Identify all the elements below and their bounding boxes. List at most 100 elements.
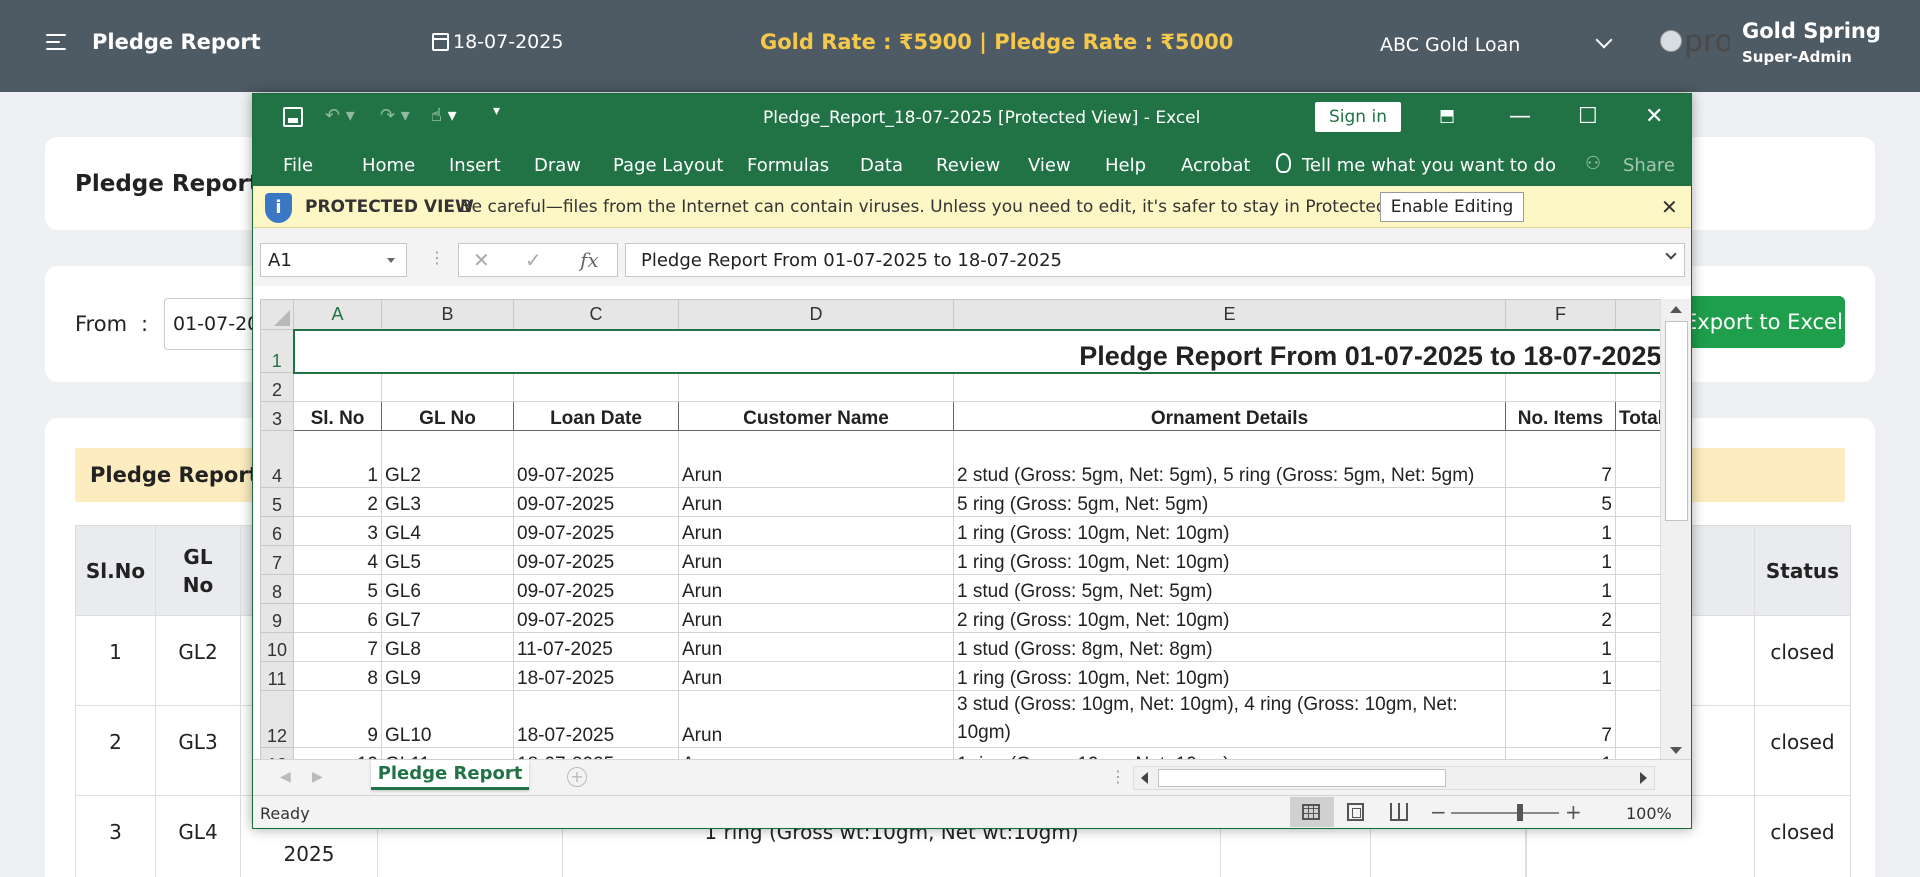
vertical-scrollbar[interactable]	[1660, 299, 1691, 759]
undo-icon[interactable]: ↶ ▾	[325, 105, 355, 126]
chevron-down-icon[interactable]	[1595, 31, 1613, 49]
cell-gl-no[interactable]: GL10	[381, 690, 514, 748]
close-icon[interactable]: ✕	[1645, 104, 1663, 129]
cell-ornament[interactable]: 1 ring (Gross: 10gm, Net: 10gm)	[953, 516, 1506, 546]
sheet-title-cell[interactable]: Pledge Report From 01-07-2025 to 18-07-2…	[292, 328, 1668, 374]
cell-ornament[interactable]: 1 ring (Gross: 10gm, Net: 10gm)	[953, 545, 1506, 575]
column-header[interactable]	[1615, 299, 1667, 330]
cell-ornament[interactable]: 1 ring (Gross: 10gm, Net: 10gm)	[953, 661, 1506, 691]
avatar[interactable]: pro	[1658, 26, 1730, 62]
cell-customer[interactable]: Arun	[678, 516, 954, 546]
enable-editing-button[interactable]: Enable Editing	[1380, 192, 1524, 222]
tab-draw[interactable]: Draw	[534, 155, 581, 176]
row-header[interactable]: 5	[260, 487, 294, 517]
menu-icon[interactable]	[46, 34, 66, 52]
scroll-thumb[interactable]	[1158, 769, 1446, 787]
cell-sl-no[interactable]: 10	[293, 747, 382, 759]
redo-icon[interactable]: ↷ ▾	[380, 105, 410, 126]
cell-items[interactable]: 7	[1505, 430, 1616, 488]
column-header[interactable]: F	[1505, 299, 1616, 330]
formula-input[interactable]: Pledge Report From 01-07-2025 to 18-07-2…	[625, 243, 1685, 277]
cell-ornament[interactable]: 1 ring (Gross: 10gm, Net: 10gm)	[953, 747, 1506, 759]
cell-ornament[interactable]: 2 ring (Gross: 10gm, Net: 10gm)	[953, 603, 1506, 633]
cell-gl-no[interactable]: GL4	[381, 516, 514, 546]
column-header[interactable]: E	[953, 299, 1506, 330]
cell-ornament[interactable]: 1 stud (Gross: 5gm, Net: 5gm)	[953, 574, 1506, 604]
zoom-out-icon[interactable]: −	[1430, 800, 1447, 824]
cell-sl-no[interactable]: 1	[293, 430, 382, 488]
header-cell[interactable]: Customer Name	[678, 401, 954, 431]
header-cell[interactable]: Ornament Details	[953, 401, 1506, 431]
tab-insert[interactable]: Insert	[449, 155, 501, 176]
column-header[interactable]: A	[293, 299, 382, 330]
tab-view[interactable]: View	[1028, 155, 1071, 176]
scroll-left-icon[interactable]	[1141, 772, 1148, 784]
row-header[interactable]: 1	[260, 329, 294, 373]
scroll-down-icon[interactable]	[1670, 747, 1682, 754]
branch-selector[interactable]: ABC Gold Loan	[1380, 34, 1520, 56]
ribbon-display-icon[interactable]: ⬒	[1439, 106, 1455, 126]
cell-customer[interactable]: Arun	[678, 603, 954, 633]
header-cell[interactable]: Total	[1615, 401, 1667, 431]
cell-gl-no[interactable]: GL7	[381, 603, 514, 633]
cell-loan-date[interactable]: 09-07-2025	[513, 574, 679, 604]
chevron-down-icon[interactable]	[387, 258, 395, 263]
row-header[interactable]: 9	[260, 603, 294, 633]
save-icon[interactable]	[283, 107, 303, 127]
cell-customer[interactable]: Arun	[678, 487, 954, 517]
close-icon[interactable]: ✕	[1661, 195, 1678, 219]
row-header[interactable]: 10	[260, 632, 294, 662]
cell-loan-date[interactable]: 18-07-2025	[513, 747, 679, 759]
cell-ornament[interactable]: 3 stud (Gross: 10gm, Net: 10gm), 4 ring …	[953, 690, 1506, 748]
drag-handle-icon[interactable]: ⋮	[429, 248, 445, 267]
column-header[interactable]: C	[513, 299, 679, 330]
cell-loan-date[interactable]: 09-07-2025	[513, 516, 679, 546]
cell-gl-no[interactable]: GL8	[381, 632, 514, 662]
cell-sl-no[interactable]: 4	[293, 545, 382, 575]
maximize-icon[interactable]: ☐	[1578, 104, 1598, 129]
page-break-view-button[interactable]	[1378, 797, 1422, 827]
cell-sl-no[interactable]: 6	[293, 603, 382, 633]
cell-ornament[interactable]: 1 stud (Gross: 8gm, Net: 8gm)	[953, 632, 1506, 662]
tab-help[interactable]: Help	[1105, 155, 1146, 176]
name-box[interactable]: A1	[260, 243, 407, 277]
cell-ornament[interactable]: 2 stud (Gross: 5gm, Net: 5gm), 5 ring (G…	[953, 430, 1506, 488]
sign-in-button[interactable]: Sign in	[1315, 102, 1401, 132]
tab-review[interactable]: Review	[936, 155, 1000, 176]
cell-gl-no[interactable]: GL6	[381, 574, 514, 604]
cell-customer[interactable]: Arun	[678, 747, 954, 759]
zoom-in-icon[interactable]: +	[1565, 800, 1582, 824]
header-cell[interactable]: GL No	[381, 401, 514, 431]
cell-gl-no[interactable]: GL11	[381, 747, 514, 759]
cell-loan-date[interactable]: 09-07-2025	[513, 545, 679, 575]
check-icon[interactable]: ✓	[525, 248, 542, 272]
header-cell[interactable]: No. Items	[1505, 401, 1616, 431]
cell-loan-date[interactable]: 09-07-2025	[513, 487, 679, 517]
cell-loan-date[interactable]: 18-07-2025	[513, 690, 679, 748]
cell-sl-no[interactable]: 3	[293, 516, 382, 546]
row-header[interactable]: 11	[260, 661, 294, 691]
cell-sl-no[interactable]: 8	[293, 661, 382, 691]
tab-file[interactable]: File	[283, 155, 313, 176]
column-header[interactable]: D	[678, 299, 954, 330]
cell-items[interactable]: 5	[1505, 487, 1616, 517]
function-icon[interactable]: fx	[580, 248, 599, 272]
cell-customer[interactable]: Arun	[678, 574, 954, 604]
add-sheet-icon[interactable]: +	[567, 767, 587, 787]
row-header[interactable]: 2	[260, 372, 294, 402]
tell-me-search[interactable]: Tell me what you want to do	[1302, 155, 1556, 176]
cell-customer[interactable]: Arun	[678, 430, 954, 488]
customize-toolbar-icon[interactable]: ▾	[493, 103, 500, 119]
cell-items[interactable]: 1	[1505, 747, 1616, 759]
cell-items[interactable]: 1	[1505, 661, 1616, 691]
horizontal-scrollbar[interactable]	[1133, 766, 1655, 790]
page-layout-view-button[interactable]	[1334, 797, 1378, 827]
cell-items[interactable]: 1	[1505, 545, 1616, 575]
tab-acrobat[interactable]: Acrobat	[1181, 155, 1250, 176]
cell-ornament[interactable]: 5 ring (Gross: 5gm, Net: 5gm)	[953, 487, 1506, 517]
cell-customer[interactable]: Arun	[678, 690, 954, 748]
zoom-slider-thumb[interactable]	[1517, 804, 1523, 821]
cell-items[interactable]: 1	[1505, 516, 1616, 546]
row-header[interactable]: 4	[260, 430, 294, 488]
row-header[interactable]: 12	[260, 690, 294, 748]
